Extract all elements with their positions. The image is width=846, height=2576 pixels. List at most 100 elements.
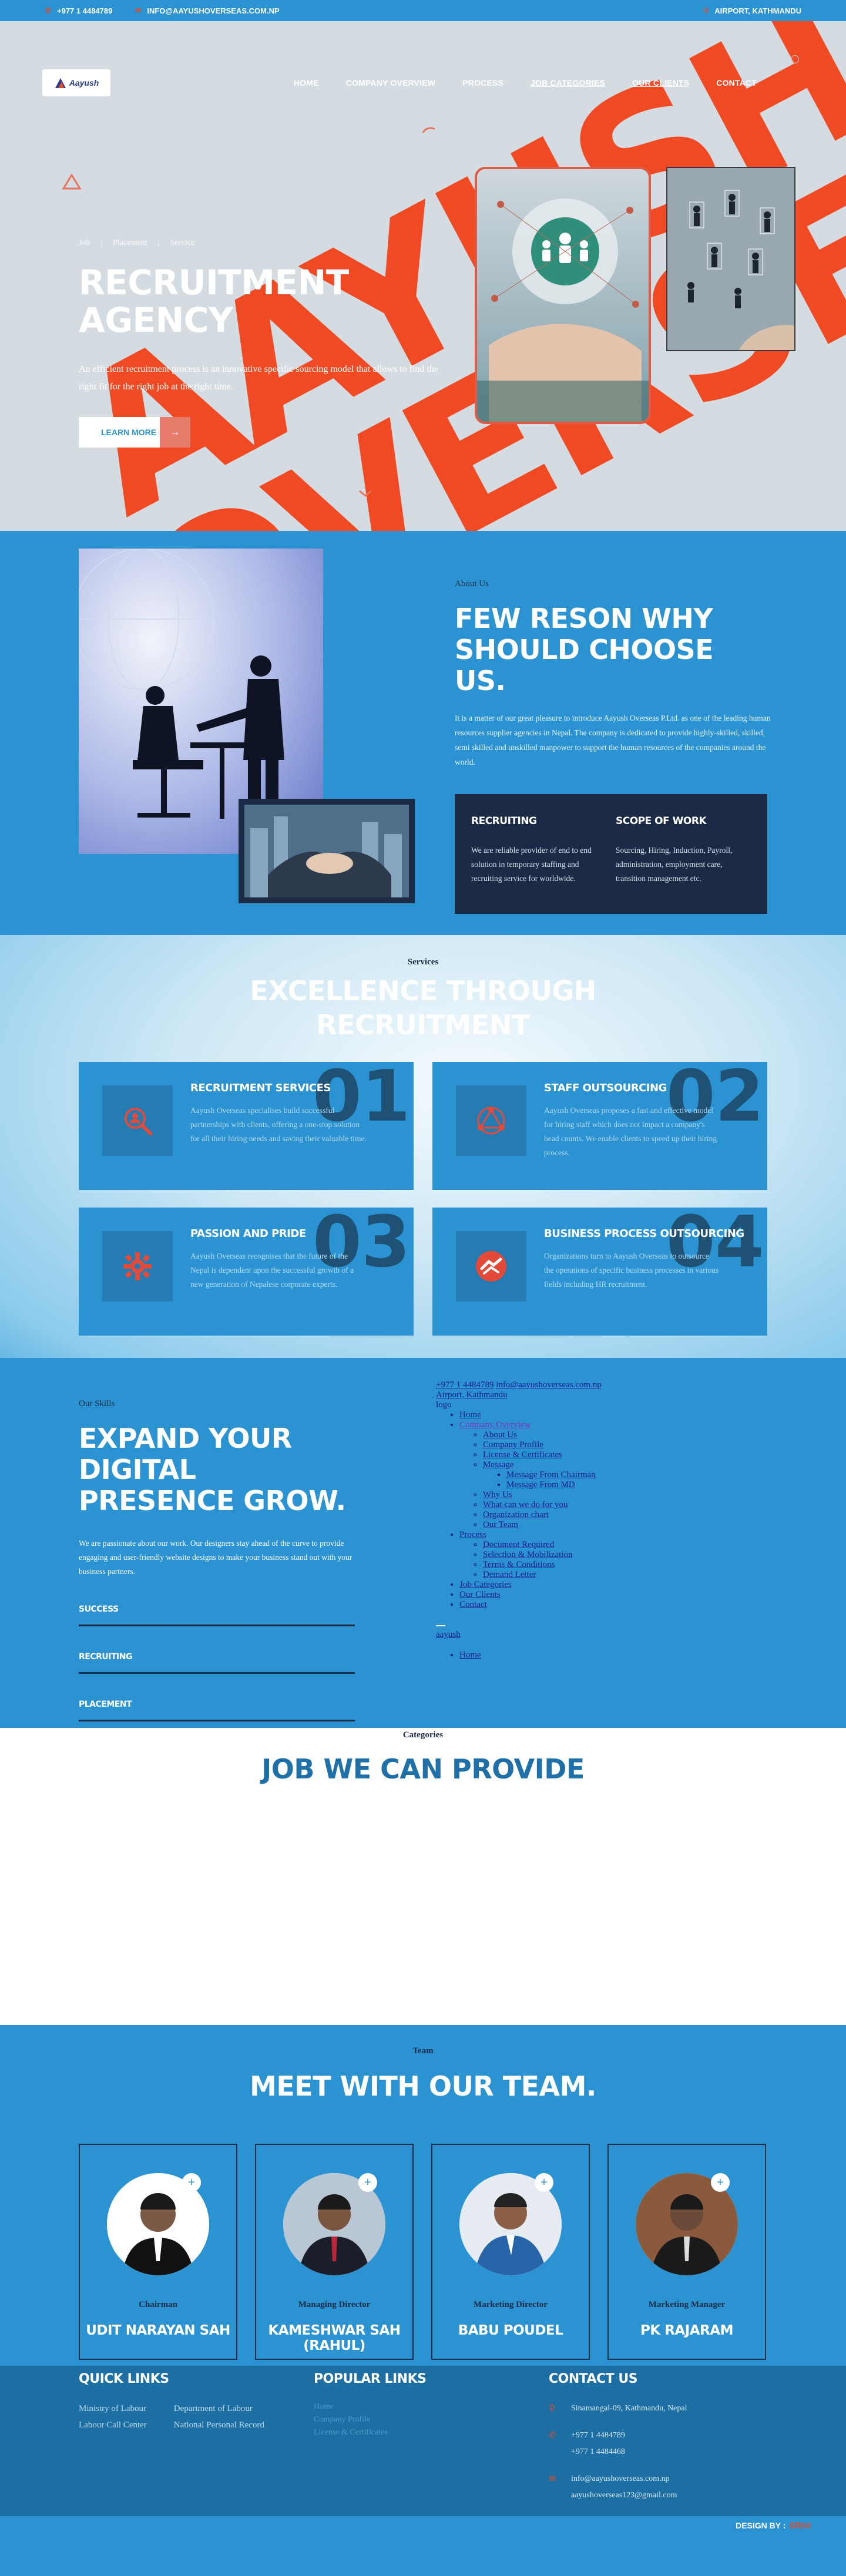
handshake-icon (456, 1231, 526, 1302)
fallback-license[interactable]: License & Certificates (483, 1450, 562, 1459)
contact-email-2[interactable]: aayushoverseas123@gmail.com (571, 2487, 677, 2504)
fallback-org-chart[interactable]: Organization chart (483, 1510, 549, 1519)
contact-email-1[interactable]: info@aayushoverseas.com.np (571, 2471, 677, 2487)
fallback-company-profile[interactable]: Company Profile (483, 1440, 543, 1450)
design-by-label: DESIGN BY : (736, 2521, 786, 2530)
plus-icon[interactable]: + (711, 2173, 730, 2192)
arrow-right-icon: → (160, 416, 190, 448)
services-section: Services EXCELLENCE THROUGH RECRUITMENT … (0, 935, 846, 1358)
broken-logo-image: logo (436, 1400, 452, 1410)
plus-icon[interactable]: + (182, 2173, 201, 2192)
team-member-card[interactable]: + Chairman UDIT NARAYAN SAH (79, 2144, 237, 2360)
fallback-document-required[interactable]: Document Required (483, 1540, 554, 1549)
outsourcing-network-icon (456, 1085, 526, 1156)
skills-section: Our Skills EXPAND YOUR DIGITAL PRESENCE … (0, 1358, 846, 1728)
skill-bar-success: SUCCESS (79, 1605, 355, 1626)
service-title: BUSINESS PROCESS OUTSOURCING (544, 1228, 744, 1240)
fallback-mobile-home[interactable]: Home (459, 1650, 481, 1660)
crumb-job: Job (79, 238, 90, 247)
designer-link[interactable]: SRIVI (789, 2521, 811, 2530)
fallback-contact[interactable]: Contact (459, 1600, 487, 1609)
fallback-phone-link[interactable]: +977 1 4484789 (436, 1380, 494, 1390)
about-image-handshake-small (239, 799, 415, 903)
service-card[interactable]: 01 RECRUITMENT SERVICES Aayush Overseas … (79, 1062, 414, 1190)
fallback-message[interactable]: Message (483, 1460, 514, 1469)
feature-title: RECRUITING (471, 815, 537, 827)
services-title-line1: EXCELLENCE THROUGH (250, 975, 596, 1007)
fallback-what-we-do[interactable]: What can we do for you (483, 1500, 568, 1509)
fallback-email-link[interactable]: info@aayushoverseas.com.np (496, 1380, 602, 1390)
fallback-our-team[interactable]: Our Team (483, 1520, 518, 1529)
fallback-location-link[interactable]: Airport, Kathmandu (436, 1390, 508, 1400)
main-nav: Aayush HOME COMPANY OVERVIEW PROCESS JOB… (0, 45, 846, 121)
skills-paragraph: We are passionate about our work. Our de… (79, 1538, 352, 1576)
hero-section: AAYUSH OVERSEAS Aayush HOME COMPANY OVER… (0, 21, 846, 531)
footer-contact-title: CONTACT US (549, 2372, 638, 2386)
plus-icon[interactable]: + (358, 2173, 377, 2192)
footer-popular-links: POPULAR LINKS Home Company Profile Licen… (314, 2372, 466, 2439)
recruitment-icon (102, 1085, 173, 1156)
fallback-mobile-list: Home (459, 1650, 741, 1660)
fallback-why-us[interactable]: Why Us (483, 1490, 512, 1499)
fallback-mobile-logo[interactable]: aayush (436, 1630, 461, 1639)
learn-more-label: LEARN MORE (101, 427, 157, 437)
fallback-job-categories[interactable]: Job Categories (459, 1580, 512, 1589)
nav-job-categories[interactable]: JOB CATEGORIES (531, 78, 605, 88)
fallback-home[interactable]: Home (459, 1410, 481, 1420)
footer-quick-links: QUICK LINKS Ministry of Labour Labour Ca… (79, 2372, 278, 2433)
contact-phone-2[interactable]: +977 1 4484468 (571, 2444, 625, 2460)
about-eyebrow: About Us (455, 579, 489, 588)
service-card[interactable]: 04 BUSINESS PROCESS OUTSOURCING Organiza… (432, 1208, 767, 1336)
plus-icon[interactable]: + (535, 2173, 553, 2192)
nav-contact[interactable]: CONTACT (716, 78, 757, 88)
popular-link-company-profile[interactable]: Company Profile (314, 2413, 466, 2426)
popular-link-license[interactable]: License & Certificates (314, 2426, 466, 2439)
service-text: Aayush Overseas recognises that the futu… (190, 1252, 354, 1289)
footer-contact: CONTACT US ⚲ Sinamangal-09, Kathmandu, N… (549, 2372, 772, 2504)
about-content: About Us FEW RESON WHY SHOULD CHOOSE US.… (455, 579, 772, 914)
topbar-location-text: AIRPORT, KATHMANDU (714, 6, 801, 15)
location-pin-icon: ⚲ (549, 2404, 555, 2413)
link-department-labour[interactable]: Department of Labour (174, 2400, 268, 2417)
location-pin-icon: ⚲ (703, 6, 709, 15)
topbar-email[interactable]: ✉ INFO@AAYUSHOVERSEAS.COM.NP (135, 6, 279, 15)
team-member-card[interactable]: + Marketing Director BABU POUDEL (431, 2144, 590, 2360)
fallback-our-clients[interactable]: Our Clients (459, 1590, 501, 1599)
service-card[interactable]: 03 PASSION AND PRIDE Aayush Overseas rec… (79, 1208, 414, 1336)
contact-phone-1[interactable]: +977 1 4484789 (571, 2427, 625, 2444)
nav-our-clients[interactable]: OUR CLIENTS (632, 78, 689, 88)
fallback-terms[interactable]: Terms & Conditions (483, 1560, 555, 1569)
quick-links-col1: Ministry of Labour Labour Call Center (79, 2400, 147, 2433)
team-member-card[interactable]: + Managing Director KAMESHWAR SAH (RAHUL… (255, 2144, 414, 2360)
team-member-card[interactable]: + Marketing Manager PK RAJARAM (607, 2144, 766, 2360)
fallback-company-overview[interactable]: Company Overview (459, 1420, 531, 1430)
fallback-message-md[interactable]: Message From MD (506, 1480, 575, 1489)
member-role: Chairman (139, 2300, 177, 2309)
topbar-phone-text: +977 1 4484789 (57, 6, 113, 15)
nav-company-overview[interactable]: COMPANY OVERVIEW (346, 78, 436, 88)
topbar-phone[interactable]: ✆ +977 1 4484789 (45, 6, 112, 15)
fallback-message-chairman[interactable]: Message From Chairman (506, 1470, 596, 1479)
popular-link-home[interactable]: Home (314, 2400, 466, 2413)
categories-title: JOB WE CAN PROVIDE (261, 1753, 585, 1785)
link-labour-call-center[interactable]: Labour Call Center (79, 2417, 147, 2433)
phone-icon: ✆ (549, 2431, 556, 2440)
site-logo[interactable]: Aayush (42, 69, 110, 96)
link-ministry-labour[interactable]: Ministry of Labour (79, 2400, 147, 2417)
fallback-about-us[interactable]: About Us (483, 1430, 517, 1440)
crumb-placement: Placement (113, 238, 147, 247)
people-network-illustration (667, 168, 794, 350)
member-role: Marketing Director (474, 2300, 548, 2309)
service-text: Aayush Overseas proposes a fast and effe… (544, 1106, 717, 1157)
fallback-selection[interactable]: Selection & Mobilization (483, 1550, 572, 1559)
link-national-personal-record[interactable]: National Personal Record (174, 2417, 268, 2433)
handshake-city-illustration (244, 805, 409, 897)
member-role: Managing Director (298, 2300, 371, 2309)
fallback-demand-letter[interactable]: Demand Letter (483, 1570, 536, 1579)
nav-home[interactable]: HOME (294, 78, 319, 88)
learn-more-button[interactable]: LEARN MORE → (79, 416, 190, 448)
nav-process[interactable]: PROCESS (462, 78, 503, 88)
service-card[interactable]: 02 STAFF OUTSOURCING Aayush Overseas pro… (432, 1062, 767, 1190)
fallback-process[interactable]: Process (459, 1530, 486, 1539)
services-eyebrow: Services (407, 957, 439, 967)
